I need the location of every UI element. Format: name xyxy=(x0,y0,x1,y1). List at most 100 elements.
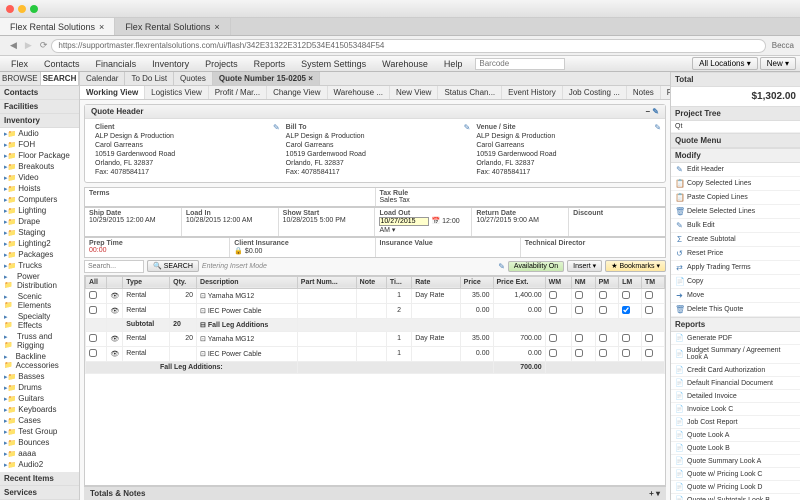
view-logistics[interactable]: Logistics View xyxy=(145,86,209,99)
sidebar-item[interactable]: ▸📁Breakouts xyxy=(0,161,79,172)
report-item[interactable]: 📄Invoice Look C xyxy=(671,403,800,416)
col-wm[interactable]: WM xyxy=(545,276,571,288)
menu-inventory[interactable]: Inventory xyxy=(145,57,196,71)
view-event-history[interactable]: Event History xyxy=(502,86,563,99)
menu-flex[interactable]: Flex xyxy=(4,57,35,71)
tab-quotes[interactable]: Quotes xyxy=(174,72,213,85)
all-locations-button[interactable]: All Locations ▾ xyxy=(692,57,758,70)
report-item[interactable]: 📄Quote Look A xyxy=(671,429,800,442)
menu-system-settings[interactable]: System Settings xyxy=(294,57,373,71)
sidebar-item[interactable]: ▸📁Guitars xyxy=(0,393,79,404)
report-item[interactable]: 📄Generate PDF xyxy=(671,332,800,345)
reload-icon[interactable]: ⟳ xyxy=(40,40,48,51)
sidebar-section-recent[interactable]: Recent Items xyxy=(0,472,79,486)
col-lm[interactable]: LM xyxy=(619,276,642,288)
report-item[interactable]: 📄Quote Summary Look A xyxy=(671,455,800,468)
edit-client-icon[interactable]: ✎ xyxy=(273,123,280,178)
col-desc[interactable]: Description xyxy=(197,276,298,288)
sidebar-item[interactable]: ▸📁Bounces xyxy=(0,437,79,448)
report-item[interactable]: 📄Budget Summary / Agreement Look A xyxy=(671,345,800,364)
modify-item[interactable]: 📄Copy xyxy=(671,275,800,289)
sidebar-item[interactable]: ▸📁Scenic Elements xyxy=(0,291,79,311)
calendar-icon[interactable]: 📅 xyxy=(431,218,440,225)
sidebar-section-facilities[interactable]: Facilities xyxy=(0,100,79,114)
availability-button[interactable]: Availability On xyxy=(508,261,564,272)
col-qty[interactable]: Qty. xyxy=(170,276,197,288)
col-ext[interactable]: Price Ext. xyxy=(493,276,545,288)
sidebar-item[interactable]: ▸📁Test Group xyxy=(0,426,79,437)
sidebar-item[interactable]: ▸📁Drape xyxy=(0,216,79,227)
col-ti[interactable]: Ti... xyxy=(386,276,411,288)
table-row[interactable]: Subtotal20⊟ Fall Leg Additions xyxy=(86,318,665,331)
menu-warehouse[interactable]: Warehouse xyxy=(375,57,435,71)
table-row[interactable]: 👁Rental⊡ IEC Power Cable20.000.00 xyxy=(86,303,665,318)
table-row[interactable]: 👁Rental20⊡ Yamaha MG121Day Rate35.00700.… xyxy=(86,331,665,346)
sidebar-item[interactable]: ▸📁Keyboards xyxy=(0,404,79,415)
edit-header-icon[interactable]: ✎ xyxy=(652,107,659,116)
view-payments[interactable]: Payments xyxy=(661,86,670,99)
bookmarks-button[interactable]: ★ Bookmarks ▾ xyxy=(605,260,666,272)
line-search-input[interactable] xyxy=(84,260,144,273)
sidebar-item[interactable]: ▸📁Hoists xyxy=(0,183,79,194)
sidebar-item[interactable]: ▸📁Computers xyxy=(0,194,79,205)
close-icon[interactable]: × xyxy=(99,22,104,32)
sidebar-item[interactable]: ▸📁Backline Accessories xyxy=(0,351,79,371)
modify-item[interactable]: 📋Paste Copied Lines xyxy=(671,191,800,205)
sidebar-tab-browse[interactable]: BROWSE xyxy=(0,72,41,85)
sidebar-item[interactable]: ▸📁Trucks xyxy=(0,260,79,271)
report-item[interactable]: 📄Quote Look B xyxy=(671,442,800,455)
report-item[interactable]: 📄Quote w/ Pricing Look D xyxy=(671,481,800,494)
search-button[interactable]: 🔍SEARCH xyxy=(147,260,199,272)
sidebar-item[interactable]: ▸📁Drums xyxy=(0,382,79,393)
col-rate[interactable]: Rate xyxy=(412,276,460,288)
sidebar-item[interactable]: ▸📁Power Distribution xyxy=(0,271,79,291)
sidebar-item[interactable]: ▸📁Basses xyxy=(0,371,79,382)
col-part[interactable]: Part Num... xyxy=(297,276,356,288)
col-type[interactable]: Type xyxy=(123,276,170,288)
col-pm[interactable]: PM xyxy=(595,276,618,288)
modify-item[interactable]: ✎Bulk Edit xyxy=(671,219,800,233)
nav-back-icon[interactable]: ◀ xyxy=(10,40,17,51)
max-dot[interactable] xyxy=(30,5,38,13)
col-note[interactable]: Note xyxy=(356,276,386,288)
project-tree-item[interactable]: Qt xyxy=(671,121,800,133)
sidebar-section-services[interactable]: Services xyxy=(0,486,79,500)
view-change[interactable]: Change View xyxy=(267,86,327,99)
tab-quote-active[interactable]: Quote Number 15-0205 × xyxy=(213,72,320,85)
view-profit[interactable]: Profit / Mar... xyxy=(209,86,267,99)
sidebar-item[interactable]: ▸📁Cases xyxy=(0,415,79,426)
loadout-date-input[interactable] xyxy=(379,217,429,226)
sidebar-item[interactable]: ▸📁FOH xyxy=(0,139,79,150)
modify-item[interactable]: ✎Edit Header xyxy=(671,163,800,177)
view-job-costing[interactable]: Job Costing ... xyxy=(563,86,627,99)
col-tm[interactable]: TM xyxy=(641,276,664,288)
new-button[interactable]: New ▾ xyxy=(760,57,796,70)
report-item[interactable]: 📄Default Financial Document xyxy=(671,377,800,390)
report-item[interactable]: 📄Credit Card Authorization xyxy=(671,364,800,377)
report-item[interactable]: 📄Job Cost Report xyxy=(671,416,800,429)
menu-projects[interactable]: Projects xyxy=(198,57,245,71)
view-notes[interactable]: Notes xyxy=(627,86,661,99)
edit-venue-icon[interactable]: ✎ xyxy=(654,123,661,178)
col-all[interactable]: All xyxy=(86,276,107,288)
view-status[interactable]: Status Chan... xyxy=(438,86,502,99)
edit-lines-icon[interactable]: ✎ xyxy=(498,262,505,271)
table-row[interactable]: 👁Rental20⊡ Yamaha MG121Day Rate35.001,40… xyxy=(86,288,665,303)
nav-fwd-icon[interactable]: ▶ xyxy=(25,40,32,51)
sidebar-item[interactable]: ▸📁Truss and Rigging xyxy=(0,331,79,351)
sidebar-item[interactable]: ▸📁Floor Package xyxy=(0,150,79,161)
sidebar-item[interactable]: ▸📁Audio xyxy=(0,128,79,139)
report-item[interactable]: 📄Detailed Invoice xyxy=(671,390,800,403)
sidebar-item[interactable]: ▸📁Lighting2 xyxy=(0,238,79,249)
col-price[interactable]: Price xyxy=(460,276,493,288)
insert-button[interactable]: Insert ▾ xyxy=(567,260,602,272)
modify-item[interactable]: ↺Reset Price xyxy=(671,247,800,261)
sidebar-section-inventory[interactable]: Inventory xyxy=(0,114,79,128)
row-checkbox[interactable] xyxy=(89,306,97,314)
barcode-input[interactable] xyxy=(475,58,565,70)
menu-help[interactable]: Help xyxy=(437,57,470,71)
sidebar-item[interactable]: ▸📁Video xyxy=(0,172,79,183)
col-nm[interactable]: NM xyxy=(571,276,595,288)
menu-financials[interactable]: Financials xyxy=(89,57,144,71)
close-icon[interactable]: × xyxy=(214,22,219,32)
